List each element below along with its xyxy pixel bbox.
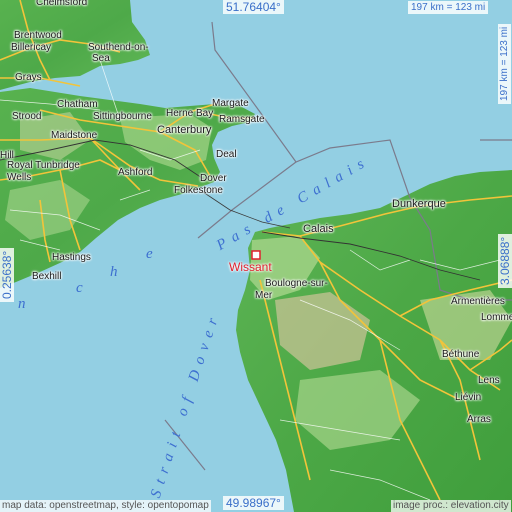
coord-right: 3.06888° (498, 233, 512, 288)
coord-top: 51.76404° (223, 0, 284, 14)
place-grays[interactable]: Grays (15, 73, 42, 83)
place-lens[interactable]: Lens (478, 376, 500, 386)
place-billericay[interactable]: Billericay (11, 43, 51, 53)
place-bexhill[interactable]: Bexhill (32, 272, 61, 282)
place-calais[interactable]: Calais (303, 224, 334, 235)
place-brentwood[interactable]: Brentwood (14, 31, 62, 41)
channel-letter-3: h (110, 264, 118, 280)
place-dover[interactable]: Dover (200, 174, 227, 184)
place-lievin[interactable]: Liévin (455, 393, 481, 403)
wissant-marker[interactable] (251, 250, 261, 260)
place-southend[interactable]: Southend-on- (88, 43, 149, 53)
scale-top: 197 km = 123 mi (408, 1, 489, 14)
place-southend-2[interactable]: Sea (92, 54, 110, 64)
scale-right: 197 km = 123 mi (498, 23, 511, 104)
place-boulogne-2[interactable]: Mer (255, 291, 272, 301)
place-maidstone[interactable]: Maidstone (51, 131, 97, 141)
place-bethune[interactable]: Béthune (442, 350, 479, 360)
place-dunkerque[interactable]: Dunkerque (392, 199, 446, 210)
place-ashford[interactable]: Ashford (118, 168, 152, 178)
channel-letter-2: c (76, 280, 83, 296)
place-lomme[interactable]: Lomme (481, 313, 512, 323)
coord-bottom: 49.98967° (223, 496, 284, 510)
place-boulogne[interactable]: Boulogne-sur- (265, 279, 328, 289)
place-margate[interactable]: Margate (212, 99, 249, 109)
credit-image-proc: image proc.: elevation.city (391, 500, 511, 512)
place-arras[interactable]: Arras (467, 415, 491, 425)
place-strood[interactable]: Strood (12, 112, 41, 122)
wissant-label[interactable]: Wissant (229, 260, 272, 274)
place-chelmsford[interactable]: Chelmsford (36, 0, 87, 8)
place-royal-tunbridge[interactable]: Royal Tunbridge (7, 161, 80, 171)
place-hill[interactable]: Hill (0, 151, 14, 161)
place-wells[interactable]: Wells (7, 173, 31, 183)
place-hastings[interactable]: Hastings (52, 253, 91, 263)
map-canvas[interactable]: 51.76404° 49.98967° 0.25638° 3.06888° 19… (0, 0, 512, 512)
channel-letter-1: n (18, 296, 26, 312)
place-canterbury[interactable]: Canterbury (157, 125, 211, 136)
place-herne-bay[interactable]: Herne Bay (166, 109, 213, 119)
coord-left: 0.25638° (0, 247, 14, 302)
place-ramsgate[interactable]: Ramsgate (219, 115, 265, 125)
place-sittingbourne[interactable]: Sittingbourne (93, 112, 152, 122)
place-armentieres[interactable]: Armentières (451, 297, 505, 307)
channel-letter-4: e (146, 246, 153, 262)
place-deal[interactable]: Deal (216, 150, 237, 160)
place-chatham[interactable]: Chatham (57, 100, 98, 110)
credit-map-data: map data: openstreetmap, style: opentopo… (0, 500, 211, 512)
place-folkestone[interactable]: Folkestone (174, 186, 223, 196)
